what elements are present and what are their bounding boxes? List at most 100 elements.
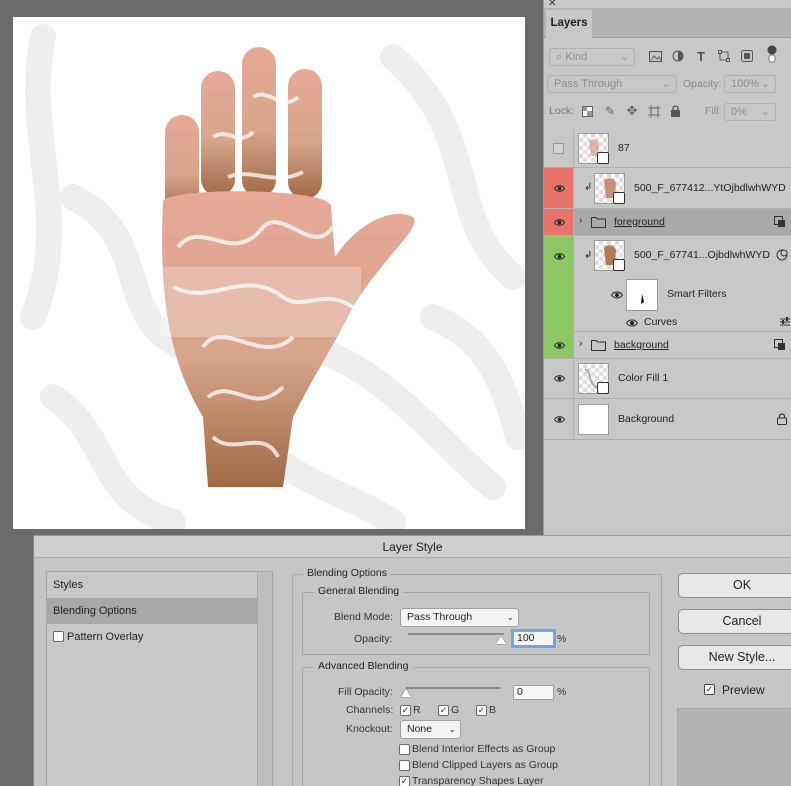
fill-opacity-input[interactable]: 0 — [513, 685, 554, 700]
ok-button[interactable]: OK — [678, 573, 791, 598]
folder-icon — [591, 217, 606, 228]
chevron-down-icon: ⌄ — [448, 724, 456, 734]
folder-icon — [591, 340, 606, 351]
channel-g-checkbox[interactable]: ✓ — [438, 705, 449, 716]
fill-field[interactable]: 0% ⌄ — [724, 103, 776, 121]
fill-opacity-label: Fill Opacity: — [338, 686, 393, 698]
visibility-off-box — [553, 143, 564, 154]
layer-name: 500_F_67741...OjbdlwhWYD — [634, 249, 770, 261]
layer-thumbnail — [578, 133, 609, 164]
visibility-toggle[interactable] — [544, 168, 574, 208]
layer-thumbnail — [594, 173, 625, 204]
eye-icon — [554, 219, 565, 226]
image-filter-icon[interactable] — [647, 48, 663, 64]
opacity-label: Opacity: — [354, 633, 393, 645]
layer-row-500f-top[interactable]: ↲ 500_F_677412...YtOjbdlwhWYD — [544, 168, 791, 209]
clip-arrow-icon: ↲ — [584, 182, 593, 193]
opacity-field[interactable]: 100% ⌄ — [724, 75, 776, 93]
knockout-label: Knockout: — [346, 723, 393, 735]
chevron-down-icon: ⌄ — [760, 78, 770, 90]
channel-r-checkbox[interactable]: ✓ — [400, 705, 411, 716]
blend-clipped-label: Blend Clipped Layers as Group — [412, 759, 558, 771]
new-style-button[interactable]: New Style... — [678, 645, 791, 670]
blending-options-item[interactable]: Blending Options — [47, 598, 257, 624]
layer-row-87[interactable]: 87 — [544, 129, 791, 168]
chevron-right-icon[interactable]: › — [579, 215, 582, 226]
lock-artboard-icon[interactable] — [646, 103, 662, 119]
chevron-right-icon[interactable]: › — [579, 338, 582, 349]
visibility-toggle[interactable] — [544, 129, 574, 167]
lock-transparent-icon[interactable] — [579, 103, 595, 119]
blend-interior-checkbox[interactable] — [399, 744, 410, 755]
opacity-slider-track[interactable] — [408, 633, 504, 635]
opacity-slider-thumb[interactable] — [496, 636, 506, 644]
lock-paint-icon[interactable]: ✎ — [602, 103, 618, 119]
opacity-value: 100% — [731, 78, 760, 90]
layer-name: foreground — [614, 216, 665, 228]
blend-mode-select[interactable]: Pass Through ⌄ — [547, 75, 677, 93]
eye-icon — [554, 342, 565, 349]
layer-row-color-fill[interactable]: Color Fill 1 — [544, 359, 791, 399]
visibility-toggle[interactable] — [544, 359, 574, 398]
filter-toggle-icon[interactable] — [764, 45, 780, 63]
blend-clipped-checkbox[interactable] — [399, 760, 410, 771]
general-blending-title: General Blending — [314, 585, 404, 597]
smart-object-filter-icon[interactable] — [739, 48, 755, 64]
curves-filter-label: Curves — [644, 316, 678, 328]
pattern-overlay-item[interactable]: Pattern Overlay — [47, 624, 257, 650]
layer-row-background[interactable]: Background — [544, 399, 791, 440]
layer-row-foreground[interactable]: › foreground — [544, 209, 791, 236]
eye-icon[interactable] — [611, 289, 623, 301]
group-link-icon — [774, 339, 785, 350]
search-icon: ⌕ — [556, 51, 563, 63]
filter-kind-select[interactable]: ⌕ Kind ⌄ — [549, 48, 635, 66]
opacity-input[interactable]: 100 — [511, 629, 556, 648]
fill-opacity-slider-track[interactable] — [406, 687, 500, 689]
eye-icon — [554, 416, 565, 423]
layer-style-dialog: Layer Style Styles Blending Options Patt… — [33, 535, 791, 786]
document-canvas[interactable] — [13, 17, 525, 529]
adjustment-filter-icon[interactable] — [670, 48, 686, 64]
knockout-select[interactable]: None ⌄ — [400, 720, 461, 739]
chevron-down-icon: ⌄ — [506, 612, 514, 622]
shape-filter-icon[interactable] — [716, 48, 732, 64]
visibility-toggle[interactable] — [544, 399, 574, 439]
layer-row-500f-smart[interactable]: ↲ 500_F_67741...OjbdlwhWYD Smart Filters… — [544, 236, 791, 332]
smart-filter-link-icon — [776, 249, 788, 261]
blend-mode-select[interactable]: Pass Through ⌄ — [400, 608, 519, 627]
visibility-toggle[interactable] — [544, 332, 574, 358]
eye-icon[interactable] — [626, 317, 638, 329]
eye-icon — [554, 253, 565, 260]
smart-object-badge-icon — [597, 382, 609, 394]
filter-options-icon[interactable] — [780, 317, 790, 327]
fill-opacity-slider-thumb[interactable] — [401, 689, 411, 697]
eye-icon — [554, 375, 565, 382]
channel-b-checkbox[interactable]: ✓ — [476, 705, 487, 716]
lock-all-icon[interactable] — [667, 103, 683, 119]
visibility-toggle[interactable] — [544, 236, 574, 331]
clip-arrow-icon: ↲ — [584, 250, 593, 261]
smart-filter-mask-thumbnail[interactable] — [626, 279, 658, 311]
styles-header[interactable]: Styles — [47, 572, 257, 598]
dialog-title: Layer Style — [34, 536, 791, 558]
visibility-toggle[interactable] — [544, 209, 574, 235]
type-filter-icon[interactable]: T — [693, 48, 709, 64]
lock-move-icon[interactable]: ✥ — [624, 103, 640, 119]
styles-scrollbar[interactable] — [257, 572, 272, 786]
blend-mode-value: Pass Through — [407, 611, 473, 623]
lock-icon — [777, 413, 787, 425]
blend-mode-label: Blend Mode: — [334, 611, 393, 623]
smart-filters-label: Smart Filters — [667, 288, 727, 300]
transparency-shapes-checkbox[interactable]: ✓ — [399, 776, 410, 786]
pattern-overlay-checkbox[interactable] — [53, 631, 64, 642]
layer-name: Color Fill 1 — [618, 372, 669, 384]
layer-name: 500_F_677412...YtOjbdlwhWYD — [634, 182, 786, 194]
tab-layers[interactable]: Layers — [546, 10, 592, 38]
layer-name: background — [614, 339, 669, 351]
canvas-area — [0, 0, 543, 535]
preview-checkbox[interactable]: ✓ — [704, 684, 715, 695]
cancel-button[interactable]: Cancel — [678, 609, 791, 634]
transparency-shapes-label: Transparency Shapes Layer — [412, 775, 544, 786]
layer-row-background-group[interactable]: › background — [544, 332, 791, 359]
chevron-down-icon: ⌄ — [619, 51, 629, 63]
